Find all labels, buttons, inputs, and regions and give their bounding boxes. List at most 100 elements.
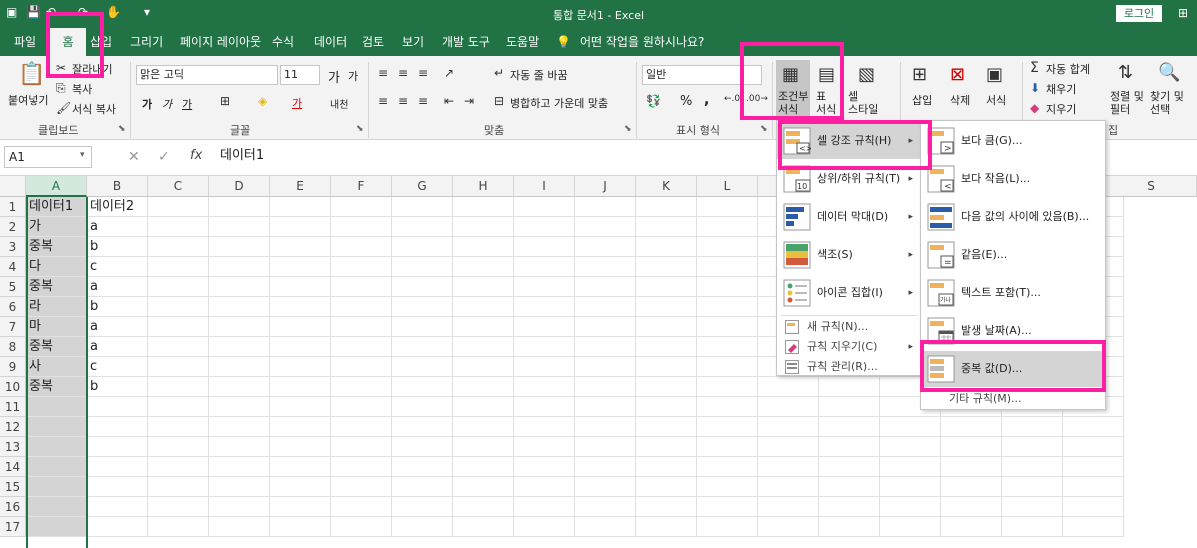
tab-developer[interactable]: 개발 도구 xyxy=(442,28,490,56)
cell[interactable] xyxy=(1063,457,1124,477)
cell[interactable] xyxy=(514,217,575,237)
cell[interactable] xyxy=(453,497,514,517)
cell[interactable] xyxy=(270,437,331,457)
tab-formulas[interactable]: 수식 xyxy=(272,28,294,56)
menu-item-clear-rules[interactable]: 규칙 지우기(C) ▸ xyxy=(777,337,921,357)
cell[interactable] xyxy=(209,237,270,257)
cell[interactable] xyxy=(636,257,697,277)
tab-file[interactable]: 파일 xyxy=(14,28,36,56)
cell-a[interactable]: 라 xyxy=(26,297,87,317)
menu-item-manage-rules[interactable]: 규칙 관리(R)... xyxy=(777,357,921,377)
cell-styles-icon[interactable]: ▧ xyxy=(858,64,875,85)
cell[interactable] xyxy=(148,297,209,317)
merge-center-button[interactable]: 병합하고 가운데 맞춤 xyxy=(510,95,608,111)
cell[interactable] xyxy=(575,277,636,297)
menu-item-greater-than[interactable]: > 보다 큼(G)... xyxy=(921,123,1105,159)
cell[interactable] xyxy=(575,297,636,317)
cell[interactable] xyxy=(697,477,758,497)
cell[interactable] xyxy=(636,277,697,297)
column-header-j[interactable]: J xyxy=(575,176,636,197)
cell[interactable] xyxy=(514,477,575,497)
fill-color-icon[interactable]: ◈ xyxy=(258,94,267,108)
cell[interactable] xyxy=(636,237,697,257)
paste-button[interactable]: 붙여넣기 xyxy=(8,92,48,108)
menu-item-color-scales[interactable]: 색조(S) ▸ xyxy=(777,237,921,273)
row-header[interactable]: 2 xyxy=(0,217,26,237)
cell[interactable] xyxy=(270,477,331,497)
format-cells-button[interactable]: 서식 xyxy=(986,92,1006,108)
cell[interactable] xyxy=(270,217,331,237)
cell[interactable] xyxy=(575,257,636,277)
cell-a[interactable]: 가 xyxy=(26,217,87,237)
autosum-icon[interactable]: Σ xyxy=(1030,60,1039,76)
cell[interactable] xyxy=(148,497,209,517)
column-header-g[interactable]: G xyxy=(392,176,453,197)
cell-b[interactable] xyxy=(87,457,148,477)
cell[interactable] xyxy=(331,197,392,217)
format-painter-button[interactable]: 서식 복사 xyxy=(72,101,116,117)
cell[interactable] xyxy=(1002,517,1063,537)
cell[interactable] xyxy=(270,257,331,277)
cell[interactable] xyxy=(514,337,575,357)
cell[interactable] xyxy=(392,517,453,537)
column-header-e[interactable]: E xyxy=(270,176,331,197)
cell[interactable] xyxy=(331,237,392,257)
cell[interactable] xyxy=(636,377,697,397)
cell-a[interactable] xyxy=(26,437,87,457)
cancel-icon[interactable]: ✕ xyxy=(128,149,140,165)
delete-cells-button[interactable]: 삭제 xyxy=(950,92,970,108)
cell[interactable] xyxy=(514,437,575,457)
column-header-m[interactable] xyxy=(758,176,778,197)
row-header[interactable]: 11 xyxy=(0,397,26,417)
cell[interactable] xyxy=(636,357,697,377)
column-header-c[interactable]: C xyxy=(148,176,209,197)
increase-decimal-icon[interactable]: ←.0 xyxy=(724,94,740,104)
cell-b[interactable] xyxy=(87,497,148,517)
cell[interactable] xyxy=(392,417,453,437)
column-header-d[interactable]: D xyxy=(209,176,270,197)
cell-a[interactable]: 다 xyxy=(26,257,87,277)
orientation-icon[interactable]: ↗ xyxy=(444,66,454,80)
cell[interactable] xyxy=(1002,477,1063,497)
cell[interactable] xyxy=(758,417,819,437)
wrap-text-button[interactable]: 자동 줄 바꿈 xyxy=(510,67,568,83)
cell-b[interactable]: 데이터2 xyxy=(87,197,148,217)
row-header[interactable]: 6 xyxy=(0,297,26,317)
format-painter-icon[interactable]: 🖌 xyxy=(56,101,71,115)
cell[interactable] xyxy=(331,377,392,397)
phonetic-button[interactable]: 내천 xyxy=(330,96,348,111)
column-header-a[interactable]: A xyxy=(26,176,87,197)
cell[interactable] xyxy=(453,297,514,317)
align-bottom-icon[interactable]: ≡ xyxy=(418,66,428,80)
format-cells-icon[interactable]: ▣ xyxy=(986,64,1003,85)
cell[interactable] xyxy=(392,477,453,497)
cell[interactable] xyxy=(453,477,514,497)
cell[interactable] xyxy=(209,517,270,537)
cell-b[interactable] xyxy=(87,437,148,457)
accounting-format-icon[interactable]: 💱 xyxy=(646,94,661,108)
cell-a[interactable] xyxy=(26,517,87,537)
cell[interactable] xyxy=(697,357,758,377)
border-icon[interactable]: ⊞ xyxy=(220,94,230,108)
row-header[interactable]: 5 xyxy=(0,277,26,297)
cell[interactable] xyxy=(392,217,453,237)
row-header[interactable]: 3 xyxy=(0,237,26,257)
cell[interactable] xyxy=(331,417,392,437)
cell[interactable] xyxy=(148,477,209,497)
row-header[interactable]: 10 xyxy=(0,377,26,397)
cell-a[interactable] xyxy=(26,497,87,517)
align-top-icon[interactable]: ≡ xyxy=(378,66,388,80)
cell[interactable] xyxy=(209,377,270,397)
cell[interactable] xyxy=(392,377,453,397)
cell[interactable] xyxy=(575,237,636,257)
sort-filter-icon[interactable]: ⇅ xyxy=(1118,62,1133,83)
tell-me-search[interactable]: 어떤 작업을 원하시나요? xyxy=(580,28,704,56)
cell[interactable] xyxy=(392,357,453,377)
cell[interactable] xyxy=(331,477,392,497)
row-header[interactable]: 15 xyxy=(0,477,26,497)
cell[interactable] xyxy=(148,277,209,297)
cell[interactable] xyxy=(392,317,453,337)
cell[interactable] xyxy=(758,377,819,397)
cell[interactable] xyxy=(514,357,575,377)
column-header-i[interactable]: I xyxy=(514,176,575,197)
